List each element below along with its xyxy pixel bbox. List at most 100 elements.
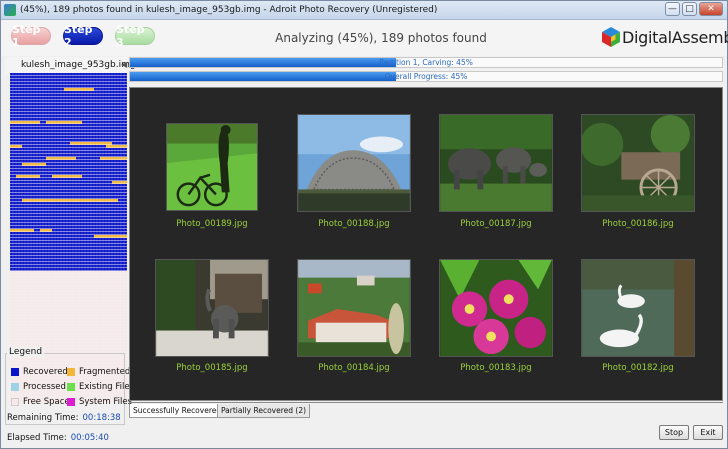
photo-caption: Photo_00186.jpg	[602, 219, 674, 229]
recovered-block-row	[10, 265, 127, 268]
photo-thumbnail[interactable]	[439, 259, 553, 357]
recovered-block-row	[10, 268, 127, 271]
recovered-block-row	[10, 250, 127, 253]
photo-thumbnail[interactable]	[581, 114, 695, 212]
app-icon	[4, 4, 16, 16]
partition-progress-bar: Partition 1, Carving: 45%	[129, 57, 723, 68]
fragmented-swatch	[67, 368, 75, 376]
fragmented-block-run	[112, 181, 127, 184]
logo-text: DigitalAssembly	[622, 28, 728, 47]
free-space-block-row	[10, 298, 127, 301]
fragmented-block-run	[94, 235, 127, 238]
step-3-button[interactable]: Step 3	[115, 23, 155, 49]
recovered-block-row	[10, 160, 127, 163]
overall-progress-label: Overall Progress: 45%	[384, 72, 468, 81]
recovered-block-row	[10, 193, 127, 196]
recovered-block-row	[10, 151, 127, 154]
sidebar-file-header[interactable]: kulesh_image_953gb.img ◀	[5, 57, 136, 73]
recovered-block-row	[10, 241, 127, 244]
photo-thumbnail[interactable]	[297, 259, 411, 357]
free-space-block-row	[10, 322, 127, 325]
brand-logo: DigitalAssembly	[601, 26, 728, 50]
recovered-block-row	[10, 94, 127, 97]
free-space-block-row	[10, 343, 127, 346]
recovered-block-row	[10, 259, 127, 262]
recovered-block-row	[10, 253, 127, 256]
legend-existing-files: Existing Files	[67, 382, 134, 392]
recovered-block-row	[10, 172, 127, 175]
free-space-block-row	[10, 340, 127, 343]
photo-thumbnail[interactable]	[581, 259, 695, 357]
recovered-block-row	[10, 223, 127, 226]
recovered-block-row	[10, 79, 127, 82]
photo-caption: Photo_00182.jpg	[602, 363, 674, 373]
recovered-block-row	[10, 196, 127, 199]
free-space-block-row	[10, 319, 127, 322]
recovered-block-row	[10, 190, 127, 193]
close-button[interactable]: ✕	[699, 2, 723, 16]
maximize-button[interactable]: □	[682, 2, 697, 16]
legend-fragmented: Fragmented	[67, 367, 130, 377]
collapse-arrow-icon[interactable]: ◀	[121, 60, 127, 69]
free-space-block-row	[10, 307, 127, 310]
photo-caption: Photo_00187.jpg	[460, 219, 532, 229]
photo-caption: Photo_00183.jpg	[460, 363, 532, 373]
recovered-block-row	[10, 124, 127, 127]
fragmented-block-run	[100, 157, 127, 160]
photo-gallery[interactable]: Photo_00189.jpg Photo_00188.jpg Photo_00…	[129, 87, 723, 401]
recovered-block-row	[10, 178, 127, 181]
free-space-swatch	[11, 398, 19, 406]
free-space-block-row	[10, 334, 127, 337]
recovered-block-row	[10, 256, 127, 259]
recovered-block-row	[10, 226, 127, 229]
free-space-block-row	[10, 316, 127, 319]
recovered-block-row	[10, 232, 127, 235]
photo-caption: Photo_00189.jpg	[176, 219, 248, 229]
recovered-block-row	[10, 91, 127, 94]
photo-caption: Photo_00185.jpg	[176, 363, 248, 373]
recovered-block-row	[10, 211, 127, 214]
legend-processed: Processed	[11, 382, 66, 392]
recovered-block-row	[10, 103, 127, 106]
tab-partially-recovered[interactable]: Partially Recovered (2)	[217, 404, 311, 418]
free-space-block-row	[10, 289, 127, 292]
free-space-block-row	[10, 310, 127, 313]
step-1-button[interactable]: Step 1	[11, 23, 51, 49]
recovered-block-row	[10, 82, 127, 85]
recovered-block-row	[10, 214, 127, 217]
recovered-block-row	[10, 208, 127, 211]
exit-button[interactable]: Exit	[693, 425, 723, 440]
recovered-block-row	[10, 220, 127, 223]
minimize-button[interactable]: —	[665, 2, 680, 16]
legend-free-space: Free Space	[11, 397, 70, 407]
recovered-block-row	[10, 217, 127, 220]
recovered-block-row	[10, 109, 127, 112]
recovered-block-row	[10, 139, 127, 142]
recovered-block-row	[10, 148, 127, 151]
remaining-time: Remaining Time: 00:18:38	[7, 413, 121, 423]
app-window: (45%), 189 photos found in kulesh_image_…	[0, 0, 728, 449]
recovered-block-row	[10, 133, 127, 136]
step-2-button[interactable]: Step 2	[63, 23, 103, 49]
window-title: (45%), 189 photos found in kulesh_image_…	[20, 5, 438, 15]
recovered-block-row	[10, 154, 127, 157]
free-space-block-row	[10, 331, 127, 334]
recovered-block-row	[10, 73, 127, 76]
photo-thumbnail[interactable]	[439, 114, 553, 212]
recovered-block-row	[10, 169, 127, 172]
recovered-block-row	[10, 244, 127, 247]
free-space-block-row	[10, 280, 127, 283]
elapsed-time: Elapsed Time: 00:05:40	[7, 433, 109, 443]
photo-thumbnail[interactable]	[155, 259, 269, 357]
photo-caption: Photo_00188.jpg	[318, 219, 390, 229]
recovered-block-row	[10, 115, 127, 118]
recovered-block-row	[10, 238, 127, 241]
stop-button[interactable]: Stop	[659, 425, 689, 440]
free-space-block-row	[10, 301, 127, 304]
recovered-block-row	[10, 76, 127, 79]
photo-thumbnail[interactable]	[166, 123, 258, 211]
free-space-block-row	[10, 328, 127, 331]
photo-thumbnail[interactable]	[297, 114, 411, 212]
title-bar[interactable]: (45%), 189 photos found in kulesh_image_…	[1, 1, 727, 20]
free-space-block-row	[10, 274, 127, 277]
